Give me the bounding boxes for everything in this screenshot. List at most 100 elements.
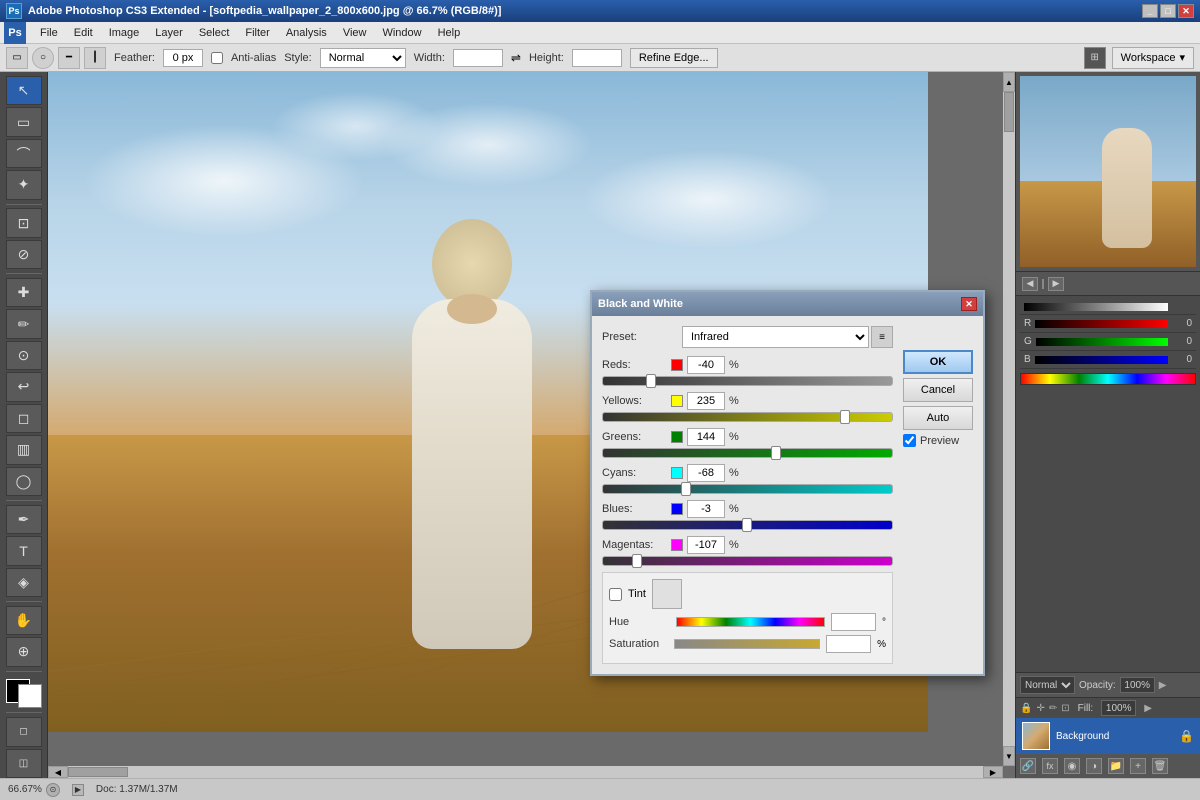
- cyans-slider[interactable]: [602, 484, 893, 494]
- panel-nav-right[interactable]: ▶: [1048, 277, 1064, 291]
- zoom-info-icon[interactable]: ⊙: [46, 783, 60, 797]
- tint-checkbox[interactable]: [609, 588, 622, 601]
- swap-icon[interactable]: ⇌: [511, 51, 521, 65]
- gradient-tool[interactable]: ▥: [6, 435, 42, 464]
- reds-thumb[interactable]: [646, 374, 656, 388]
- preview-checkbox[interactable]: [903, 434, 916, 447]
- workspace-button[interactable]: Workspace ▾: [1112, 47, 1194, 69]
- ok-button[interactable]: OK: [903, 350, 973, 374]
- fx-btn[interactable]: fx: [1042, 758, 1058, 774]
- cyans-input[interactable]: -68: [687, 464, 725, 482]
- layer-blend-dropdown[interactable]: Normal: [1020, 676, 1075, 694]
- marquee-row-btn[interactable]: ━: [58, 47, 80, 69]
- shape-tool[interactable]: ◈: [6, 568, 42, 597]
- lasso-tool[interactable]: ⌒: [6, 139, 42, 168]
- eyedropper-tool[interactable]: ⊘: [6, 240, 42, 269]
- background-layer-row[interactable]: Background 🔒: [1016, 718, 1200, 754]
- magentas-slider[interactable]: [602, 556, 893, 566]
- opacity-input[interactable]: 100%: [1120, 677, 1155, 693]
- hand-tool[interactable]: ✋: [6, 606, 42, 635]
- move-icon[interactable]: ✛: [1036, 703, 1044, 714]
- workspace-icon[interactable]: ⊞: [1084, 47, 1106, 69]
- reds-slider[interactable]: [602, 376, 893, 386]
- quickmask-mode-btn[interactable]: ◫: [6, 749, 42, 778]
- greens-slider[interactable]: [602, 448, 893, 458]
- saturation-input[interactable]: [826, 635, 871, 653]
- v-scroll-thumb[interactable]: [1004, 92, 1014, 132]
- menu-help[interactable]: Help: [430, 25, 469, 41]
- all-lock-icon[interactable]: ⊡: [1061, 703, 1069, 714]
- magentas-thumb[interactable]: [632, 554, 642, 568]
- hue-input[interactable]: [831, 613, 876, 631]
- zoom-tool[interactable]: ⊕: [6, 637, 42, 666]
- eraser-tool[interactable]: ◻: [6, 404, 42, 433]
- blues-slider[interactable]: [602, 520, 893, 530]
- menu-image[interactable]: Image: [101, 25, 148, 41]
- yellows-slider[interactable]: [602, 412, 893, 422]
- history-brush-tool[interactable]: ↩: [6, 372, 42, 401]
- antialias-checkbox[interactable]: [211, 52, 223, 64]
- blues-thumb[interactable]: [742, 518, 752, 532]
- text-tool[interactable]: T: [6, 536, 42, 565]
- stamp-tool[interactable]: ⊙: [6, 341, 42, 370]
- minimize-button[interactable]: _: [1142, 4, 1158, 18]
- feather-input[interactable]: [163, 49, 203, 67]
- marquee-tool[interactable]: ▭: [6, 107, 42, 136]
- yellows-input[interactable]: 235: [687, 392, 725, 410]
- scroll-left-btn[interactable]: ◀: [48, 766, 68, 778]
- menu-file[interactable]: File: [32, 25, 66, 41]
- color-swatches[interactable]: [6, 679, 42, 708]
- link-layers-btn[interactable]: 🔗: [1020, 758, 1036, 774]
- h-scroll-thumb[interactable]: [68, 767, 128, 777]
- menu-analysis[interactable]: Analysis: [278, 25, 335, 41]
- vertical-scrollbar[interactable]: ▲ ▼: [1003, 72, 1015, 766]
- width-input[interactable]: [453, 49, 503, 67]
- maximize-button[interactable]: □: [1160, 4, 1176, 18]
- fill-input[interactable]: 100%: [1101, 700, 1136, 716]
- panel-nav-left[interactable]: ◀: [1022, 277, 1038, 291]
- marquee-col-btn[interactable]: ┃: [84, 47, 106, 69]
- menu-edit[interactable]: Edit: [66, 25, 101, 41]
- cancel-button[interactable]: Cancel: [903, 378, 973, 402]
- menu-filter[interactable]: Filter: [237, 25, 277, 41]
- horizontal-scrollbar[interactable]: ◀ ▶: [48, 766, 1003, 778]
- pen-tool[interactable]: ✒: [6, 505, 42, 534]
- preset-select[interactable]: Infrared Default High Contrast Blue Filt…: [682, 326, 869, 348]
- scroll-down-btn[interactable]: ▼: [1003, 746, 1015, 766]
- close-button[interactable]: ✕: [1178, 4, 1194, 18]
- height-input[interactable]: [572, 49, 622, 67]
- magic-wand-tool[interactable]: ✦: [6, 170, 42, 199]
- reds-input[interactable]: -40: [687, 356, 725, 374]
- add-mask-btn[interactable]: ◉: [1064, 758, 1080, 774]
- status-nav-btn[interactable]: ▶: [72, 784, 84, 796]
- lock-icon[interactable]: 🔒: [1020, 703, 1032, 714]
- style-dropdown[interactable]: Normal Fixed Ratio Fixed Size: [320, 48, 406, 68]
- blues-input[interactable]: -3: [687, 500, 725, 518]
- dodge-tool[interactable]: ◯: [6, 467, 42, 496]
- crop-tool[interactable]: ⊡: [6, 208, 42, 237]
- scroll-up-btn[interactable]: ▲: [1003, 72, 1015, 92]
- brush-small-icon[interactable]: ✏: [1049, 703, 1057, 714]
- move-tool[interactable]: ↖: [6, 76, 42, 105]
- new-layer-btn[interactable]: +: [1130, 758, 1146, 774]
- greens-input[interactable]: 144: [687, 428, 725, 446]
- yellows-thumb[interactable]: [840, 410, 850, 424]
- delete-layer-btn[interactable]: 🗑: [1152, 758, 1168, 774]
- menu-window[interactable]: Window: [374, 25, 429, 41]
- new-group-btn[interactable]: 📁: [1108, 758, 1124, 774]
- background-color[interactable]: [18, 684, 42, 708]
- fill-arrow-icon[interactable]: ▶: [1144, 703, 1152, 714]
- cyans-thumb[interactable]: [681, 482, 691, 496]
- preset-options-btn[interactable]: ≡: [871, 326, 893, 348]
- menu-layer[interactable]: Layer: [147, 25, 191, 41]
- auto-button[interactable]: Auto: [903, 406, 973, 430]
- heal-tool[interactable]: ✚: [6, 278, 42, 307]
- marquee-ellipse-btn[interactable]: ○: [32, 47, 54, 69]
- marquee-rect-btn[interactable]: ▭: [6, 47, 28, 69]
- menu-view[interactable]: View: [335, 25, 375, 41]
- menu-select[interactable]: Select: [191, 25, 238, 41]
- tint-swatch[interactable]: [652, 579, 682, 609]
- bw-dialog-close-btn[interactable]: ✕: [961, 297, 977, 311]
- standard-mode-btn[interactable]: ◻: [6, 717, 42, 746]
- scroll-right-btn[interactable]: ▶: [983, 766, 1003, 778]
